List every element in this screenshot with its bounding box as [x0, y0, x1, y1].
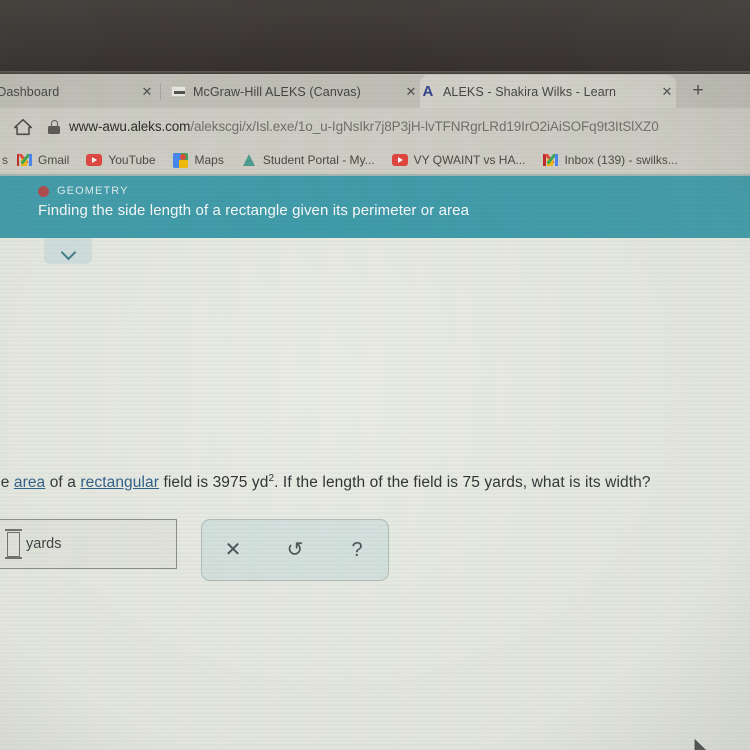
bookmark-label: YouTube [108, 153, 156, 167]
tab-title: McGraw-Hill ALEKS (Canvas) [193, 84, 361, 99]
answer-entry-caret[interactable] [5, 529, 22, 559]
question-prefix: he [0, 474, 10, 492]
browser-tab-mcgraw-hill[interactable]: McGraw-Hill ALEKS (Canvas) ✕ [170, 75, 420, 108]
question-mid1: of a [45, 474, 81, 492]
bookmark-maps[interactable]: Maps [173, 152, 224, 168]
tab-close-icon[interactable]: ✕ [658, 84, 676, 100]
bookmark-youtube[interactable]: YouTube [86, 152, 156, 168]
category-dot-icon [38, 185, 49, 197]
bookmark-inbox[interactable]: Inbox (139) - swilks... [542, 152, 678, 168]
aleks-page: GEOMETRY Finding the side length of a re… [0, 176, 750, 750]
help-button[interactable]: ? [337, 530, 377, 570]
browser-tab-dashboard[interactable]: ortal - Dashboard ✕ [0, 75, 156, 108]
gmail-icon [16, 152, 32, 168]
bookmark-cutoff-label[interactable]: s [2, 153, 8, 167]
topic-category: GEOMETRY [38, 185, 750, 197]
answer-row: yards ✕ ↺ ? [0, 519, 389, 581]
monitor-bezel [0, 0, 750, 74]
url-path: /alekscgi/x/Isl.exe/1o_u-IgNsIkr7j8P3jH-… [190, 120, 659, 134]
clear-button[interactable]: ✕ [213, 530, 253, 570]
google-maps-icon [173, 152, 189, 168]
gmail-icon [542, 152, 558, 168]
bookmark-label: VY QWAINT vs HA... [413, 153, 526, 167]
tab-strip: ortal - Dashboard ✕ McGraw-Hill ALEKS (C… [0, 74, 750, 108]
screenshot-root: ortal - Dashboard ✕ McGraw-Hill ALEKS (C… [0, 0, 750, 750]
undo-button[interactable]: ↺ [275, 530, 315, 570]
bookmark-label: Inbox (139) - swilks... [564, 153, 678, 167]
browser-tab-aleks-active[interactable]: A ALEKS - Shakira Wilks - Learn ✕ [420, 75, 676, 108]
glossary-link-rectangular[interactable]: rectangular [80, 474, 159, 491]
bookmark-vy-qwaint[interactable]: VY QWAINT vs HA... [391, 152, 526, 168]
category-label: GEOMETRY [57, 185, 129, 197]
answer-tool-panel: ✕ ↺ ? [201, 519, 389, 581]
bookmark-student-portal[interactable]: Student Portal - My... [241, 152, 375, 168]
youtube-icon [86, 152, 103, 168]
bookmark-gmail[interactable]: Gmail [16, 152, 69, 168]
answer-input-field[interactable]: yards [0, 519, 177, 569]
bookmark-label: Maps [194, 153, 224, 167]
lock-icon [48, 120, 60, 134]
mouse-cursor [694, 739, 708, 750]
tab-title: ortal - Dashboard [0, 84, 60, 99]
new-tab-button[interactable]: + [686, 80, 710, 102]
browser-window: ortal - Dashboard ✕ McGraw-Hill ALEKS (C… [0, 74, 750, 750]
tab-title: ALEKS - Shakira Wilks - Learn [443, 84, 617, 99]
address-bar-url[interactable]: www-awu.aleks.com/alekscgi/x/Isl.exe/1o_… [69, 120, 659, 134]
answer-unit-label: yards [26, 536, 62, 552]
mcgraw-hill-icon [170, 84, 186, 100]
topic-banner: GEOMETRY Finding the side length of a re… [0, 176, 750, 238]
bookmarks-bar: s Gmail YouTube Maps Student Portal - My… [0, 146, 750, 176]
tab-separator [160, 83, 161, 100]
expand-panel-button[interactable] [44, 238, 92, 264]
tab-close-icon[interactable]: ✕ [402, 84, 420, 100]
bookmark-label: Gmail [38, 153, 70, 167]
bookmark-label: Student Portal - My... [262, 153, 375, 167]
home-icon[interactable] [12, 116, 34, 138]
page-title: Finding the side length of a rectangle g… [38, 202, 470, 219]
question-text: he area of a rectangular field is 3975 y… [0, 473, 750, 492]
omnibox-row: www-awu.aleks.com/alekscgi/x/Isl.exe/1o_… [0, 108, 750, 146]
youtube-icon [391, 152, 408, 168]
chevron-down-icon [62, 247, 75, 255]
glossary-link-area[interactable]: area [14, 474, 45, 491]
question-mid2: field is 3975 yd [159, 474, 269, 492]
url-host: www-awu.aleks.com [69, 120, 191, 134]
aleks-a-icon: A [422, 83, 434, 100]
tab-close-icon[interactable]: ✕ [138, 84, 156, 100]
question-suffix: . If the length of the field is 75 yards… [274, 474, 651, 492]
student-portal-icon [241, 152, 257, 168]
